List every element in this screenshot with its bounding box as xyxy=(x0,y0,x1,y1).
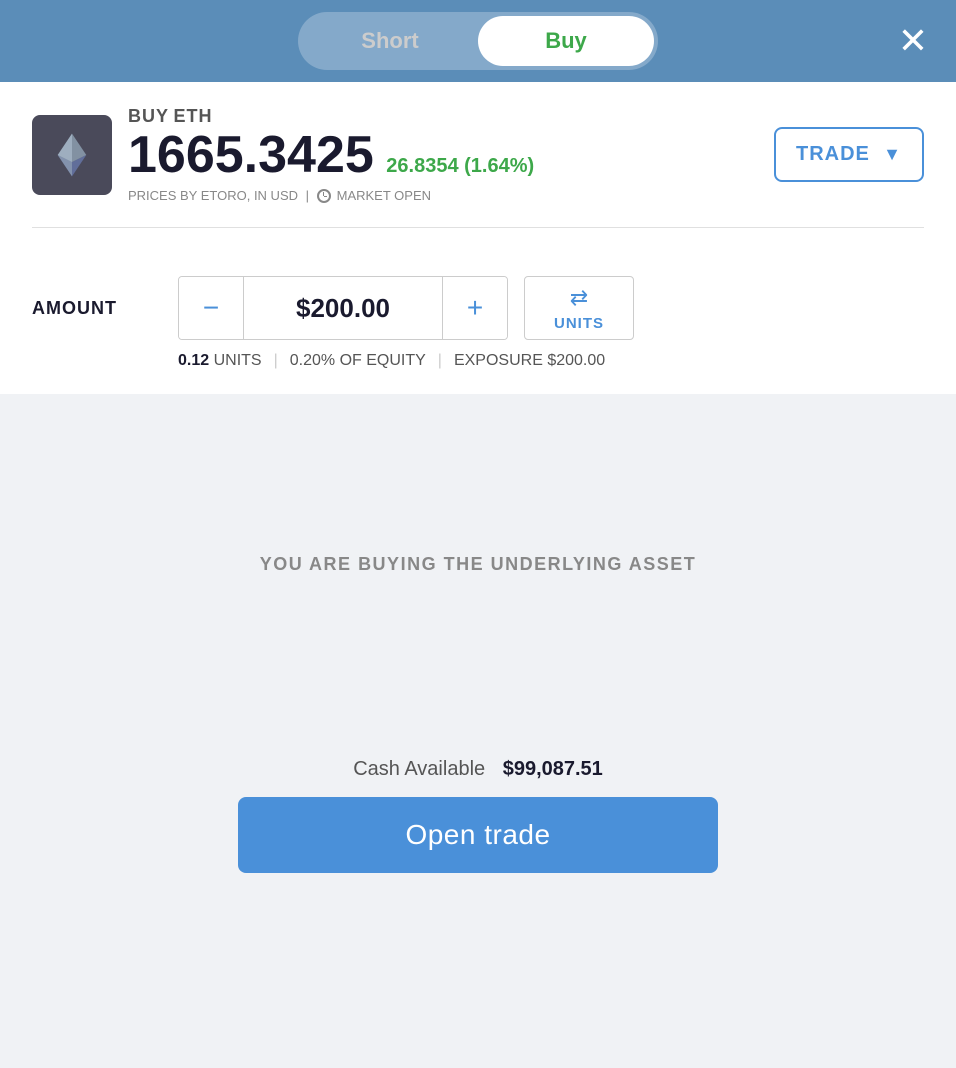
main-content: YOU ARE BUYING THE UNDERLYING ASSET xyxy=(0,394,956,734)
eth-logo xyxy=(32,115,112,195)
footer: Cash Available $99,087.51 Open trade xyxy=(0,734,956,905)
separator: | xyxy=(302,188,313,203)
trade-type-toggle: Short Buy xyxy=(298,12,658,70)
market-status: MARKET OPEN xyxy=(337,188,431,203)
price-row: 1665.3425 26.8354 (1.64%) xyxy=(128,127,534,184)
equity-pct: 0.20% OF EQUITY xyxy=(290,352,426,370)
amount-section: AMOUNT − + ⇄ UNITS 0.12 UNITS | 0.20% OF… xyxy=(0,276,956,394)
short-button[interactable]: Short xyxy=(302,16,478,66)
asset-row: BUY ETH 1665.3425 26.8354 (1.64%) PRICES… xyxy=(32,106,924,203)
buy-button[interactable]: Buy xyxy=(478,16,654,66)
open-trade-button[interactable]: Open trade xyxy=(238,797,718,873)
action-label: BUY xyxy=(128,106,169,126)
amount-label: AMOUNT xyxy=(32,298,162,319)
asset-symbol: ETH xyxy=(173,106,212,126)
meta-sep-1: | xyxy=(274,352,278,370)
price-meta: PRICES BY ETORO, IN USD | MARKET OPEN xyxy=(128,188,534,203)
asset-info: BUY ETH 1665.3425 26.8354 (1.64%) PRICES… xyxy=(32,106,534,203)
asset-action-symbol: BUY ETH xyxy=(128,106,534,127)
clock-icon xyxy=(317,189,331,203)
amount-row: AMOUNT − + ⇄ UNITS xyxy=(32,276,924,340)
increase-button[interactable]: + xyxy=(443,277,507,339)
cash-label: Cash Available xyxy=(353,758,485,780)
section-divider xyxy=(32,227,924,228)
trade-label: TRADE xyxy=(796,143,870,166)
decrease-button[interactable]: − xyxy=(179,277,243,339)
asset-details: BUY ETH 1665.3425 26.8354 (1.64%) PRICES… xyxy=(128,106,534,203)
units-count: 0.12 xyxy=(178,352,209,370)
underlying-asset-notice: YOU ARE BUYING THE UNDERLYING ASSET xyxy=(260,554,697,575)
meta-sep-2: | xyxy=(438,352,442,370)
asset-price: 1665.3425 xyxy=(128,126,374,184)
close-button[interactable]: ✕ xyxy=(898,23,928,59)
swap-icon: ⇄ xyxy=(570,285,588,311)
price-change: 26.8354 (1.64%) xyxy=(386,155,534,177)
price-source: PRICES BY ETORO, IN USD xyxy=(128,188,298,203)
asset-section: BUY ETH 1665.3425 26.8354 (1.64%) PRICES… xyxy=(0,82,956,276)
chevron-down-icon: ▼ xyxy=(883,144,902,165)
exposure: EXPOSURE $200.00 xyxy=(454,352,605,370)
amount-input[interactable] xyxy=(243,277,443,339)
units-toggle-button[interactable]: ⇄ UNITS xyxy=(524,276,634,340)
units-label: UNITS xyxy=(554,315,604,332)
units-suffix: UNITS xyxy=(209,352,261,370)
amount-meta: 0.12 UNITS | 0.20% OF EQUITY | EXPOSURE … xyxy=(32,352,924,370)
trade-dropdown[interactable]: TRADE ▼ xyxy=(774,127,924,182)
cash-available: Cash Available $99,087.51 xyxy=(353,758,603,781)
header: Short Buy ✕ xyxy=(0,0,956,82)
amount-control: − + xyxy=(178,276,508,340)
cash-value: $99,087.51 xyxy=(503,758,603,780)
